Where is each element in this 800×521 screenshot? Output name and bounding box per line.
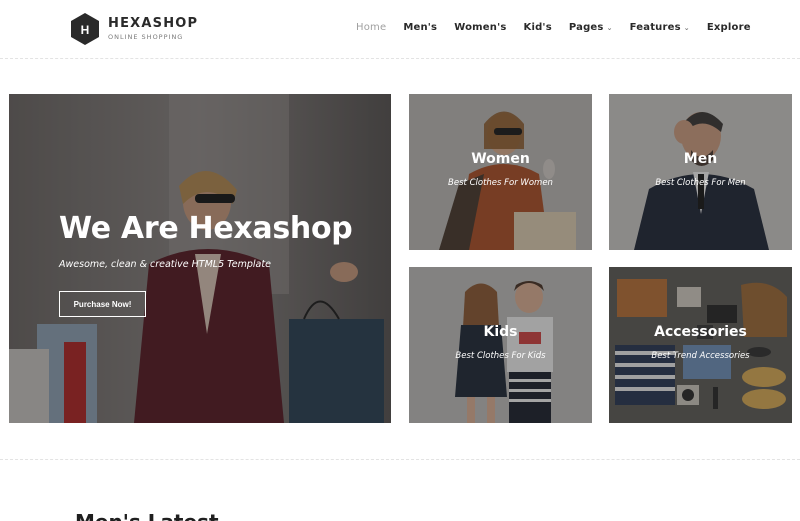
nav-mens[interactable]: Men's (403, 22, 437, 33)
nav-kids[interactable]: Kid's (524, 22, 552, 33)
card-title: Women (471, 151, 530, 167)
nav-home[interactable]: Home (356, 22, 386, 33)
card-subtitle: Best Clothes For Women (448, 178, 553, 188)
nav-womens[interactable]: Women's (454, 22, 506, 33)
site-header: H HEXASHOP ONLINE SHOPPING Home Men's Wo… (0, 0, 800, 58)
section-divider (0, 459, 800, 460)
category-card-accessories[interactable]: Accessories Best Trend Accessories (609, 267, 792, 423)
main-nav: Home Men's Women's Kid's Pages ⌄ Features… (356, 22, 751, 33)
card-title: Accessories (654, 324, 747, 340)
card-title: Kids (483, 324, 518, 340)
svg-text:H: H (81, 23, 90, 37)
card-overlay (609, 94, 792, 250)
category-card-kids[interactable]: Kids Best Clothes For Kids (409, 267, 592, 423)
card-overlay (409, 94, 592, 250)
card-subtitle: Best Clothes For Men (655, 178, 746, 188)
card-overlay (609, 267, 792, 423)
brand-logo[interactable]: H HEXASHOP ONLINE SHOPPING (69, 12, 198, 46)
purchase-now-button[interactable]: Purchase Now! (59, 291, 146, 317)
chevron-down-icon: ⌄ (683, 23, 690, 32)
category-card-women[interactable]: Women Best Clothes For Women (409, 94, 592, 250)
card-subtitle: Best Trend Accessories (651, 351, 750, 361)
nav-features[interactable]: Features ⌄ (630, 22, 690, 33)
hero-subtitle: Awesome, clean & creative HTML5 Template (59, 259, 271, 270)
nav-explore[interactable]: Explore (707, 22, 751, 33)
header-divider (0, 58, 800, 59)
hero-banner: We Are Hexashop Awesome, clean & creativ… (9, 94, 391, 423)
nav-pages[interactable]: Pages ⌄ (569, 22, 613, 33)
hero-title: We Are Hexashop (59, 211, 353, 246)
card-subtitle: Best Clothes For Kids (455, 351, 546, 361)
brand-name: HEXASHOP (108, 16, 199, 31)
card-overlay (409, 267, 592, 423)
brand-tagline: ONLINE SHOPPING (108, 33, 184, 41)
chevron-down-icon: ⌄ (606, 23, 613, 32)
hexagon-logo-icon: H (69, 12, 101, 46)
section-title: Men's Latest (75, 510, 219, 521)
card-title: Men (683, 151, 718, 167)
category-card-men[interactable]: Men Best Clothes For Men (609, 94, 792, 250)
